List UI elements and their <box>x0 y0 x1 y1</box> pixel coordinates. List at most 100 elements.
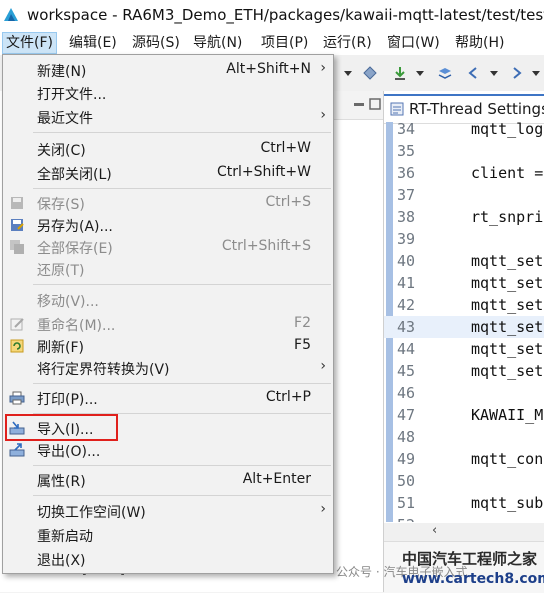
menu-item-save-all[interactable]: 全部保存(E) Ctrl+Shift+S <box>3 236 333 258</box>
code-text: client = <box>471 164 544 182</box>
menu-separator <box>33 495 331 496</box>
menu-item-export[interactable]: 导出(O)... <box>3 439 333 461</box>
menu-item-close-all[interactable]: 全部关闭(L) Ctrl+Shift+W <box>3 162 333 184</box>
code-line[interactable]: 41 mqtt_set <box>384 272 544 294</box>
menu-project[interactable]: 项目(P) <box>258 33 311 53</box>
menu-run[interactable]: 运行(R) <box>320 33 375 53</box>
title-bar: workspace - RA6M3_Demo_ETH/packages/kawa… <box>0 0 544 30</box>
menu-edit[interactable]: 编辑(E) <box>66 33 120 53</box>
menu-item-recent-files[interactable]: 最近文件 › <box>3 106 333 128</box>
menu-item-convert-line-delimiters[interactable]: 将行定界符转换为(V) › <box>3 357 333 379</box>
dropdown-arrow-icon[interactable] <box>528 65 544 81</box>
window-title: workspace - RA6M3_Demo_ETH/packages/kawa… <box>27 6 544 24</box>
line-number: 34 <box>397 122 416 138</box>
line-number: 47 <box>397 406 416 424</box>
menu-item-restart[interactable]: 重新启动 <box>3 524 333 546</box>
code-text: mqtt_sub <box>471 494 544 512</box>
line-number: 39 <box>397 230 416 248</box>
menu-item-open-file[interactable]: 打开文件... <box>3 82 333 104</box>
minimize-icon[interactable] <box>352 97 366 111</box>
menu-separator <box>33 284 331 285</box>
menu-item-save-as[interactable]: 另存为(A)... <box>3 214 333 236</box>
maximize-icon[interactable] <box>368 97 382 111</box>
menu-item-print[interactable]: 打印(P)... Ctrl+P <box>3 387 333 409</box>
code-text: mqtt_set <box>471 362 544 380</box>
code-text: mqtt_set <box>471 340 544 358</box>
code-line[interactable]: 37 <box>384 184 544 206</box>
code-line[interactable]: 40 mqtt_set <box>384 250 544 272</box>
download-icon[interactable] <box>392 65 408 81</box>
code-line[interactable]: 42 mqtt_set <box>384 294 544 316</box>
code-line[interactable]: 51 mqtt_sub <box>384 492 544 514</box>
scroll-left-icon[interactable]: ‹ <box>432 523 437 538</box>
menu-bar: 文件(F) 编辑(E) 源码(S) 导航(N) 项目(P) 运行(R) 窗口(W… <box>0 30 544 55</box>
code-line[interactable]: 50 <box>384 470 544 492</box>
code-line[interactable]: 52 <box>384 514 544 522</box>
submenu-arrow-icon: › <box>320 358 326 374</box>
code-line[interactable]: 36 client = <box>384 162 544 184</box>
horizontal-scrollbar[interactable]: ‹ <box>384 523 544 541</box>
dropdown-arrow-icon[interactable] <box>412 65 428 81</box>
submenu-arrow-icon: › <box>320 501 326 517</box>
code-line[interactable]: 48 <box>384 426 544 448</box>
menu-item-move[interactable]: 移动(V)... <box>3 289 333 311</box>
code-text: rt_snpri <box>471 208 544 226</box>
menu-file[interactable]: 文件(F) <box>2 32 57 54</box>
code-line[interactable]: 34 mqtt_log <box>384 122 544 140</box>
line-number: 52 <box>397 514 415 522</box>
menu-navigate[interactable]: 导航(N) <box>190 33 245 53</box>
menu-item-close[interactable]: 关闭(C) Ctrl+W <box>3 138 333 160</box>
code-line[interactable]: 35 <box>384 140 544 162</box>
printer-icon <box>9 391 25 405</box>
code-line[interactable]: 38 rt_snpri <box>384 206 544 228</box>
tab-rt-thread-settings[interactable]: RT-Thread Settings <box>384 94 544 124</box>
code-lines[interactable]: 34 mqtt_log 35 36 client = 37 38 rt_snpri 39 40 mq… <box>384 122 544 522</box>
menu-item-new[interactable]: 新建(N) Alt+Shift+N › <box>3 59 333 81</box>
forward-arrow-icon[interactable] <box>508 65 524 81</box>
dropdown-arrow-icon[interactable] <box>486 65 502 81</box>
line-number: 49 <box>397 450 416 468</box>
menu-item-switch-workspace[interactable]: 切换工作空间(W) › <box>3 500 333 522</box>
back-arrow-icon[interactable] <box>466 65 482 81</box>
menu-item-properties[interactable]: 属性(R) Alt+Enter <box>3 469 333 491</box>
line-number: 42 <box>397 296 416 314</box>
save-all-icon <box>10 240 24 254</box>
save-icon <box>11 197 23 209</box>
line-number: 36 <box>397 164 416 182</box>
menu-source[interactable]: 源码(S) <box>129 33 183 53</box>
tag-icon[interactable] <box>362 65 378 81</box>
code-line[interactable]: 46 <box>384 382 544 404</box>
watermark-site-name: 中国汽车工程师之家 <box>402 550 538 568</box>
line-number: 40 <box>397 252 416 270</box>
menu-item-rename[interactable]: 重命名(M)... F2 <box>3 313 333 335</box>
submenu-arrow-icon: › <box>320 107 326 123</box>
menu-item-revert[interactable]: 还原(T) <box>3 258 333 280</box>
import-highlight-box <box>5 414 118 441</box>
app-logo-icon <box>4 8 18 21</box>
refresh-icon <box>10 339 24 353</box>
menu-help[interactable]: 帮助(H) <box>452 33 507 53</box>
menu-item-exit[interactable]: 退出(X) <box>3 548 333 570</box>
code-text: mqtt_set <box>471 252 544 270</box>
menu-window[interactable]: 窗口(W) <box>384 33 443 53</box>
menu-item-save[interactable]: 保存(S) Ctrl+S <box>3 192 333 214</box>
line-number: 46 <box>397 384 416 402</box>
export-icon <box>9 443 25 457</box>
code-line[interactable]: 47 KAWAII_M <box>384 404 544 426</box>
view-controls <box>334 91 383 120</box>
menu-item-refresh[interactable]: 刷新(F) F5 <box>3 335 333 357</box>
file-menu-dropdown: 新建(N) Alt+Shift+N › 打开文件... 最近文件 › 关闭(C)… <box>2 54 334 574</box>
code-line[interactable]: 43 mqtt_set <box>384 316 544 338</box>
submenu-arrow-icon: › <box>320 60 326 76</box>
code-line[interactable]: 45 mqtt_set <box>384 360 544 382</box>
code-line[interactable]: 39 <box>384 228 544 250</box>
settings-file-icon <box>390 102 404 116</box>
code-line[interactable]: 44 mqtt_set <box>384 338 544 360</box>
line-number: 50 <box>397 472 416 490</box>
dropdown-arrow-icon[interactable] <box>340 65 356 81</box>
code-text: mqtt_set <box>471 296 544 314</box>
code-line[interactable]: 49 mqtt_con <box>384 448 544 470</box>
code-text: mqtt_log <box>471 122 544 138</box>
layers-icon[interactable] <box>437 65 453 81</box>
line-number: 43 <box>397 318 416 336</box>
